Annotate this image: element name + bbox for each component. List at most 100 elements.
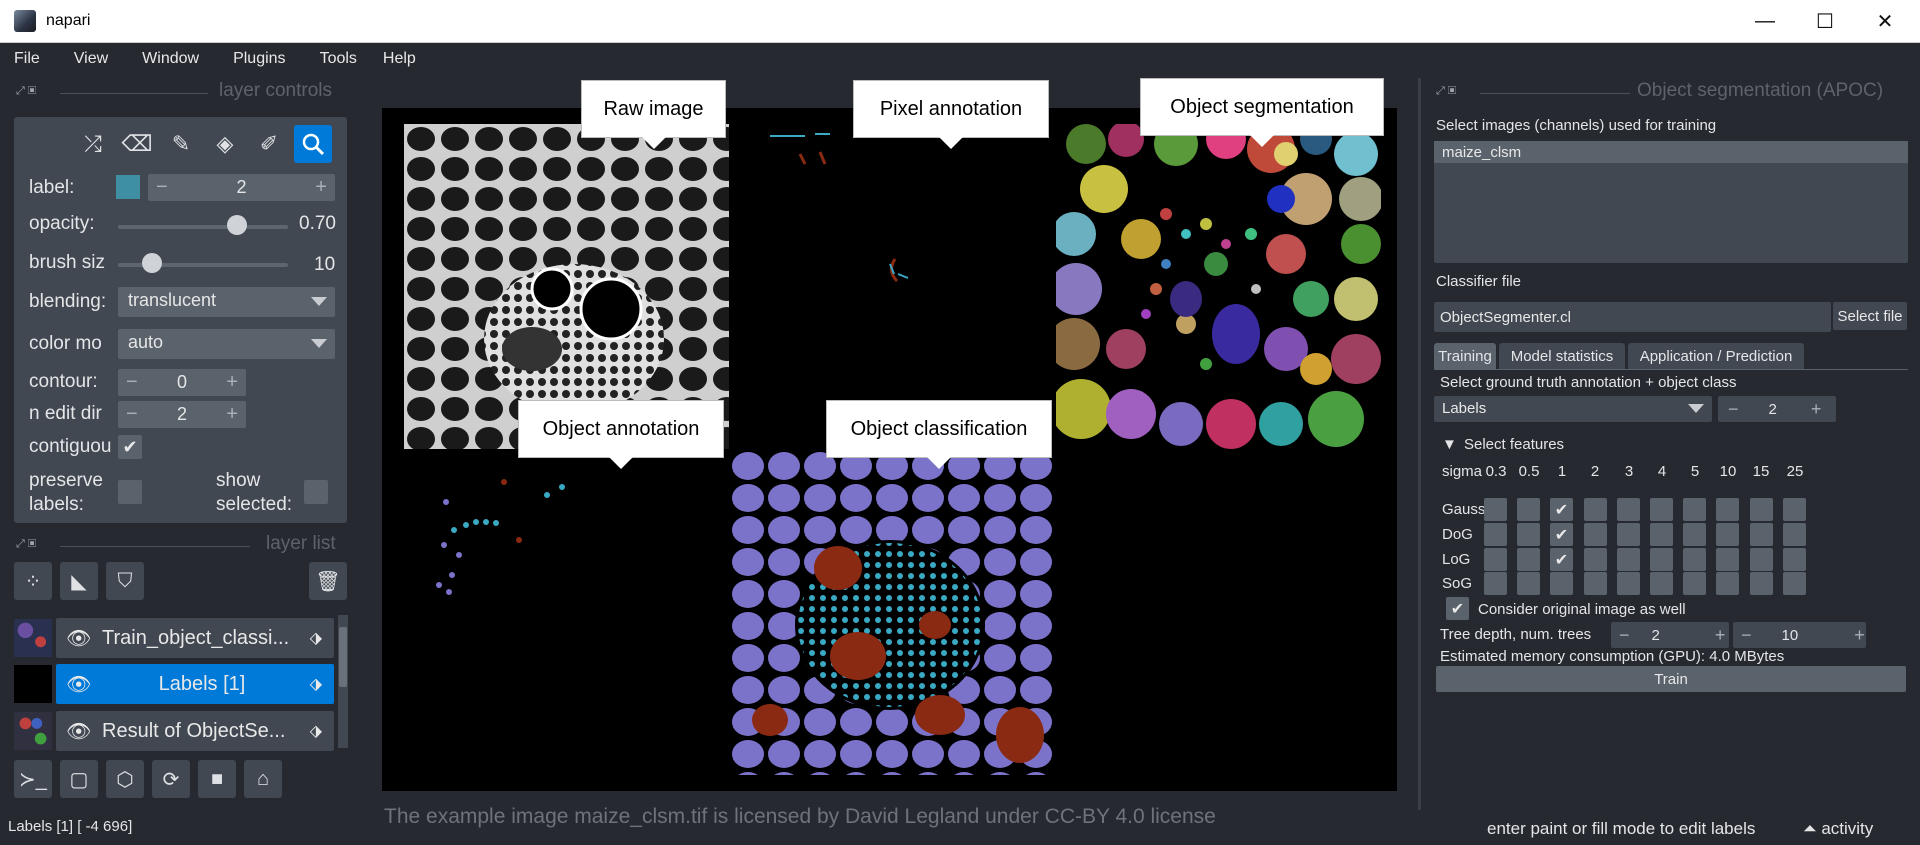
num-trees-spinbox[interactable]: − 10 +: [1733, 622, 1866, 648]
select-features-expander-icon[interactable]: ▼: [1442, 436, 1457, 453]
dock-float-icon[interactable]: ⤢ ▣: [16, 85, 36, 98]
feature-checkbox[interactable]: [1650, 548, 1673, 571]
consider-original-checkbox[interactable]: ✔: [1446, 597, 1469, 620]
feature-checkbox[interactable]: [1517, 498, 1540, 521]
feature-checkbox[interactable]: [1683, 498, 1706, 521]
label-spinbox[interactable]: − 2 +: [148, 174, 335, 201]
feature-checkbox[interactable]: [1584, 523, 1607, 546]
feature-checkbox[interactable]: [1650, 572, 1673, 595]
eraser-icon[interactable]: ⌫: [118, 125, 156, 163]
close-button[interactable]: ✕: [1855, 0, 1915, 43]
tab-training[interactable]: Training: [1434, 343, 1496, 369]
3d-cube-icon[interactable]: ⬡: [106, 760, 144, 798]
shuffle-icon[interactable]: ⤮: [74, 125, 112, 163]
decrement-icon[interactable]: −: [156, 176, 168, 199]
maximize-button[interactable]: ☐: [1795, 0, 1855, 43]
visibility-eye-icon[interactable]: 👁: [66, 626, 91, 651]
tab-model-statistics[interactable]: Model statistics: [1499, 343, 1625, 369]
menu-window[interactable]: Window: [122, 50, 213, 68]
tag-icon[interactable]: ⬗: [310, 674, 322, 694]
feature-checkbox[interactable]: [1716, 498, 1739, 521]
feature-checkbox[interactable]: [1750, 572, 1773, 595]
feature-checkbox[interactable]: [1550, 572, 1573, 595]
ndisplay-square-icon[interactable]: ▢: [60, 760, 98, 798]
visibility-eye-icon[interactable]: 👁: [66, 719, 91, 744]
dock-splitter[interactable]: [1418, 78, 1421, 810]
decrement-icon[interactable]: −: [126, 403, 138, 426]
decrement-icon[interactable]: −: [1741, 625, 1752, 646]
menu-plugins[interactable]: Plugins: [213, 50, 299, 68]
image-list[interactable]: maize_clsm: [1434, 141, 1908, 263]
feature-checkbox[interactable]: [1484, 498, 1507, 521]
delete-layer-icon[interactable]: 🗑: [309, 562, 347, 600]
dock-float-icon[interactable]: ⤢ ▣: [16, 538, 36, 551]
layer-row[interactable]: 👁 Result of ObjectSe... ⬗: [14, 710, 334, 752]
layer-list-scrollbar[interactable]: [338, 615, 348, 748]
decrement-icon[interactable]: −: [126, 371, 138, 394]
feature-checkbox[interactable]: [1783, 572, 1806, 595]
feature-checkbox[interactable]: [1617, 548, 1640, 571]
feature-checkbox[interactable]: [1683, 548, 1706, 571]
feature-checkbox[interactable]: [1716, 572, 1739, 595]
console-icon[interactable]: ≻_: [14, 760, 52, 798]
scrollbar-thumb[interactable]: [339, 627, 347, 687]
minimize-button[interactable]: —: [1735, 0, 1795, 43]
feature-checkbox[interactable]: [1650, 523, 1673, 546]
tree-depth-spinbox[interactable]: − 2 +: [1611, 622, 1729, 648]
train-button[interactable]: Train: [1436, 666, 1906, 692]
color-picker-icon[interactable]: ✐: [250, 125, 288, 163]
feature-checkbox[interactable]: ✔: [1550, 548, 1573, 571]
feature-checkbox[interactable]: [1517, 572, 1540, 595]
feature-checkbox[interactable]: [1716, 548, 1739, 571]
new-labels-layer-icon[interactable]: ⛉: [106, 562, 144, 600]
preserve-labels-checkbox[interactable]: [118, 480, 142, 504]
feature-checkbox[interactable]: [1750, 548, 1773, 571]
feature-checkbox[interactable]: [1484, 548, 1507, 571]
feature-checkbox[interactable]: [1584, 498, 1607, 521]
menu-view[interactable]: View: [54, 50, 122, 68]
opacity-slider[interactable]: [118, 225, 288, 229]
classifier-file-input[interactable]: ObjectSegmenter.cl: [1434, 302, 1831, 332]
feature-checkbox[interactable]: [1750, 523, 1773, 546]
visibility-eye-icon[interactable]: 👁: [66, 672, 91, 697]
contiguous-checkbox[interactable]: ✔: [118, 435, 142, 459]
contour-spinbox[interactable]: − 0 +: [118, 369, 246, 396]
menu-tools[interactable]: Tools: [300, 50, 371, 68]
home-icon[interactable]: ⌂: [244, 760, 282, 798]
layer-row[interactable]: 👁 Labels [1] ⬗: [14, 663, 334, 705]
viewer-canvas[interactable]: Raw image Pixel annotation Object segmen…: [382, 78, 1397, 791]
activity-button[interactable]: ⏶ activity: [1803, 819, 1873, 839]
object-class-spinbox[interactable]: − 2 +: [1718, 396, 1836, 422]
feature-checkbox[interactable]: [1484, 523, 1507, 546]
zoom-icon[interactable]: [294, 125, 332, 163]
feature-checkbox[interactable]: [1617, 523, 1640, 546]
roll-axes-icon[interactable]: ⟳: [152, 760, 190, 798]
feature-checkbox[interactable]: [1716, 523, 1739, 546]
tag-icon[interactable]: ⬗: [310, 721, 322, 741]
tab-application-prediction[interactable]: Application / Prediction: [1628, 343, 1804, 369]
feature-checkbox[interactable]: [1584, 572, 1607, 595]
new-shapes-layer-icon[interactable]: ◣: [60, 562, 98, 600]
increment-icon[interactable]: +: [1715, 625, 1726, 646]
dock-float-icon[interactable]: ⤢ ▣: [1436, 85, 1456, 98]
feature-checkbox[interactable]: [1650, 498, 1673, 521]
menu-file[interactable]: File: [0, 50, 54, 68]
n-edit-dim-spinbox[interactable]: − 2 +: [118, 401, 246, 428]
feature-checkbox[interactable]: [1683, 523, 1706, 546]
grid-mode-icon[interactable]: ■: [198, 760, 236, 798]
feature-checkbox[interactable]: [1484, 572, 1507, 595]
feature-checkbox[interactable]: [1750, 498, 1773, 521]
feature-checkbox[interactable]: ✔: [1550, 523, 1573, 546]
color-mode-select[interactable]: auto: [118, 329, 335, 359]
new-points-layer-icon[interactable]: ⁘: [14, 562, 52, 600]
feature-checkbox[interactable]: [1617, 498, 1640, 521]
opacity-slider-handle[interactable]: [227, 215, 247, 235]
show-selected-checkbox[interactable]: [304, 480, 328, 504]
increment-icon[interactable]: +: [1854, 625, 1865, 646]
feature-checkbox[interactable]: [1517, 548, 1540, 571]
feature-checkbox[interactable]: [1783, 523, 1806, 546]
fill-bucket-icon[interactable]: ◈: [206, 125, 244, 163]
decrement-icon[interactable]: −: [1619, 625, 1630, 646]
paint-brush-icon[interactable]: ✎: [162, 125, 200, 163]
feature-checkbox[interactable]: [1584, 548, 1607, 571]
